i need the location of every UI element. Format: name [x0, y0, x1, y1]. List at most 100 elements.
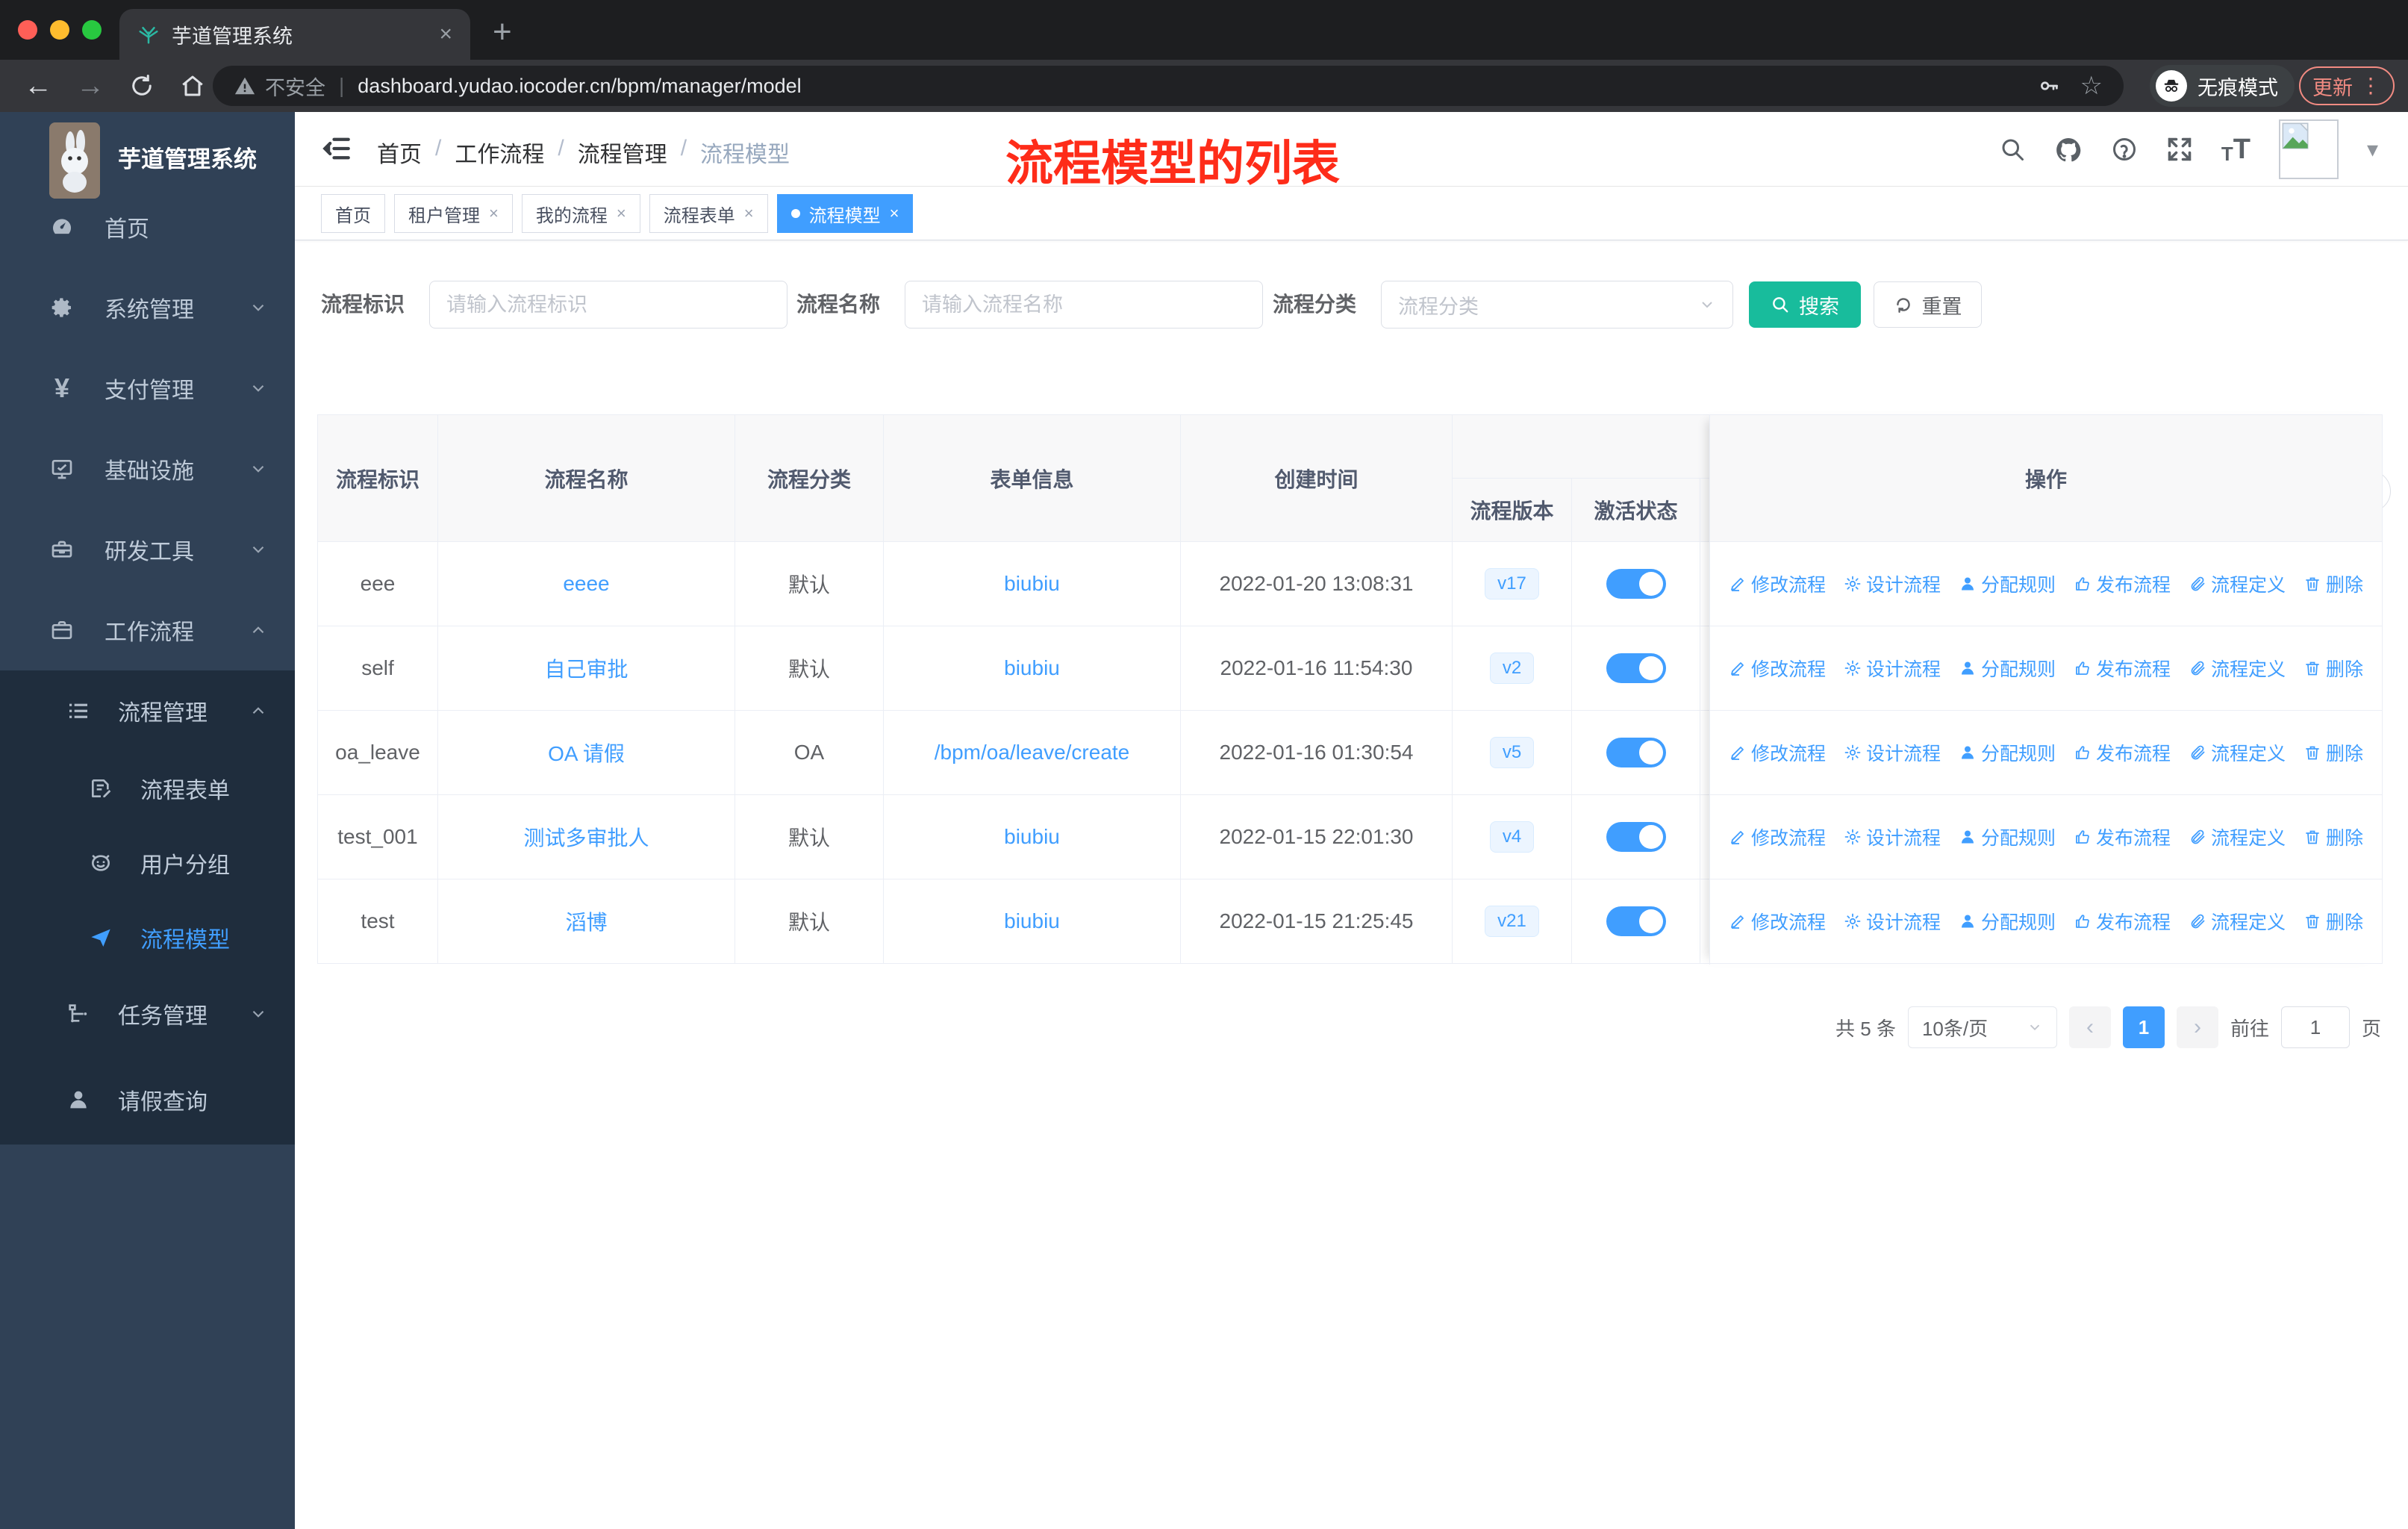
sidebar-item-user-group[interactable]: 用户分组: [0, 842, 295, 884]
browser-update-button[interactable]: 更新 ⋮: [2299, 66, 2395, 105]
url-text[interactable]: dashboard.yudao.iocoder.cn/bpm/manager/m…: [358, 75, 2036, 98]
process-definition-link[interactable]: 流程定义: [2189, 655, 2286, 682]
assign-rule-link[interactable]: 分配规则: [1959, 739, 2056, 766]
bookmark-star-icon[interactable]: ☆: [2080, 73, 2103, 99]
sidebar-item-process-management[interactable]: 流程管理: [0, 690, 295, 732]
github-icon[interactable]: [2054, 135, 2083, 164]
delete-process-link[interactable]: 删除: [2303, 739, 2363, 766]
process-name-link[interactable]: 滔博: [565, 911, 607, 934]
sidebar-item-task-management[interactable]: 任务管理: [0, 993, 295, 1035]
browser-tab[interactable]: 芋道管理系统 ×: [119, 9, 470, 60]
breadcrumb-process-management[interactable]: 流程管理: [578, 136, 667, 169]
active-toggle[interactable]: [1606, 653, 1666, 683]
design-process-link[interactable]: 设计流程: [1844, 655, 1941, 682]
close-icon[interactable]: ×: [890, 204, 899, 223]
modify-process-link[interactable]: 修改流程: [1729, 908, 1826, 935]
modify-process-link[interactable]: 修改流程: [1729, 823, 1826, 850]
key-icon[interactable]: [2037, 74, 2061, 98]
tag-my-process[interactable]: 我的流程 ×: [521, 194, 640, 233]
design-process-link[interactable]: 设计流程: [1844, 739, 1941, 766]
sidebar-item-devtools[interactable]: 研发工具: [0, 529, 295, 570]
sidebar-item-workflow[interactable]: 工作流程: [0, 609, 295, 651]
sidebar-item-process-form[interactable]: 流程表单: [0, 767, 295, 809]
design-process-link[interactable]: 设计流程: [1844, 823, 1941, 850]
close-icon[interactable]: ×: [617, 204, 626, 223]
reload-button[interactable]: [128, 72, 155, 99]
active-toggle[interactable]: [1606, 569, 1666, 599]
window-controls[interactable]: [18, 20, 102, 40]
design-process-link[interactable]: 设计流程: [1844, 570, 1941, 597]
modify-process-link[interactable]: 修改流程: [1729, 570, 1826, 597]
security-label[interactable]: 不安全: [265, 72, 325, 101]
close-window-button[interactable]: [18, 20, 37, 40]
process-name-link[interactable]: 测试多审批人: [523, 826, 649, 850]
breadcrumb-home[interactable]: 首页: [377, 136, 422, 169]
zoom-window-button[interactable]: [82, 20, 102, 40]
new-tab-button[interactable]: +: [493, 13, 512, 51]
sidebar-item-infrastructure[interactable]: 基础设施: [0, 448, 295, 490]
forward-button[interactable]: →: [76, 72, 105, 100]
delete-process-link[interactable]: 删除: [2303, 908, 2363, 935]
page-size-select[interactable]: 10条/页: [1907, 1006, 2057, 1048]
sidebar-item-payment[interactable]: ¥ 支付管理: [0, 367, 295, 409]
process-name-link[interactable]: eeee: [563, 572, 609, 595]
update-label[interactable]: 更新: [2312, 72, 2353, 101]
form-info-link[interactable]: biubiu: [1004, 572, 1060, 595]
search-icon[interactable]: [1999, 136, 2026, 163]
active-toggle[interactable]: [1606, 906, 1666, 936]
form-info-link[interactable]: biubiu: [1004, 825, 1060, 848]
goto-page-input[interactable]: [2280, 1006, 2350, 1048]
next-page-button[interactable]: ›: [2176, 1006, 2218, 1048]
minimize-window-button[interactable]: [50, 20, 69, 40]
publish-process-link[interactable]: 发布流程: [2074, 908, 2171, 935]
assign-rule-link[interactable]: 分配规则: [1959, 823, 2056, 850]
process-name-link[interactable]: OA 请假: [548, 742, 625, 765]
tag-tenant-management[interactable]: 租户管理 ×: [394, 194, 513, 233]
active-toggle[interactable]: [1606, 738, 1666, 767]
sidebar-logo-row[interactable]: 芋道管理系统: [0, 112, 295, 209]
tab-close-icon[interactable]: ×: [439, 23, 452, 46]
form-info-link[interactable]: biubiu: [1004, 656, 1060, 679]
process-definition-link[interactable]: 流程定义: [2189, 739, 2286, 766]
reset-button[interactable]: 重置: [1874, 281, 1982, 328]
process-category-select[interactable]: 流程分类: [1381, 281, 1733, 328]
prev-page-button[interactable]: ‹: [2068, 1006, 2111, 1048]
fullscreen-icon[interactable]: [2166, 136, 2193, 163]
sidebar-item-leave-query[interactable]: 请假查询: [0, 1079, 295, 1121]
process-name-input[interactable]: [905, 281, 1263, 328]
delete-process-link[interactable]: 删除: [2303, 655, 2363, 682]
process-id-input[interactable]: [429, 281, 787, 328]
close-icon[interactable]: ×: [489, 204, 499, 223]
publish-process-link[interactable]: 发布流程: [2074, 739, 2171, 766]
publish-process-link[interactable]: 发布流程: [2074, 570, 2171, 597]
font-size-icon[interactable]: TT: [2221, 134, 2251, 166]
tag-process-form[interactable]: 流程表单 ×: [649, 194, 768, 233]
search-button[interactable]: 搜索: [1749, 281, 1861, 328]
close-icon[interactable]: ×: [744, 204, 754, 223]
publish-process-link[interactable]: 发布流程: [2074, 823, 2171, 850]
process-name-link[interactable]: 自己审批: [544, 658, 628, 681]
page-number-1[interactable]: 1: [2122, 1006, 2165, 1048]
process-definition-link[interactable]: 流程定义: [2189, 908, 2286, 935]
url-bar[interactable]: 不安全 | dashboard.yudao.iocoder.cn/bpm/man…: [213, 66, 2124, 106]
avatar[interactable]: [2278, 119, 2339, 179]
breadcrumb-workflow[interactable]: 工作流程: [455, 136, 544, 169]
tag-process-model[interactable]: 流程模型 ×: [776, 194, 914, 233]
form-info-link[interactable]: biubiu: [1004, 909, 1060, 932]
browser-menu-icon[interactable]: ⋮: [2360, 75, 2381, 96]
sidebar-item-system[interactable]: 系统管理: [0, 287, 295, 328]
publish-process-link[interactable]: 发布流程: [2074, 655, 2171, 682]
tag-home[interactable]: 首页: [321, 194, 385, 233]
home-button[interactable]: [179, 72, 206, 99]
sidebar-item-home[interactable]: 首页: [0, 206, 295, 248]
assign-rule-link[interactable]: 分配规则: [1959, 908, 2056, 935]
sidebar-item-process-model[interactable]: 流程模型: [0, 917, 295, 959]
modify-process-link[interactable]: 修改流程: [1729, 655, 1826, 682]
assign-rule-link[interactable]: 分配规则: [1959, 655, 2056, 682]
active-toggle[interactable]: [1606, 822, 1666, 852]
modify-process-link[interactable]: 修改流程: [1729, 739, 1826, 766]
delete-process-link[interactable]: 删除: [2303, 823, 2363, 850]
help-icon[interactable]: [2111, 136, 2138, 163]
process-definition-link[interactable]: 流程定义: [2189, 570, 2286, 597]
avatar-caret-icon[interactable]: ▾: [2367, 137, 2378, 163]
